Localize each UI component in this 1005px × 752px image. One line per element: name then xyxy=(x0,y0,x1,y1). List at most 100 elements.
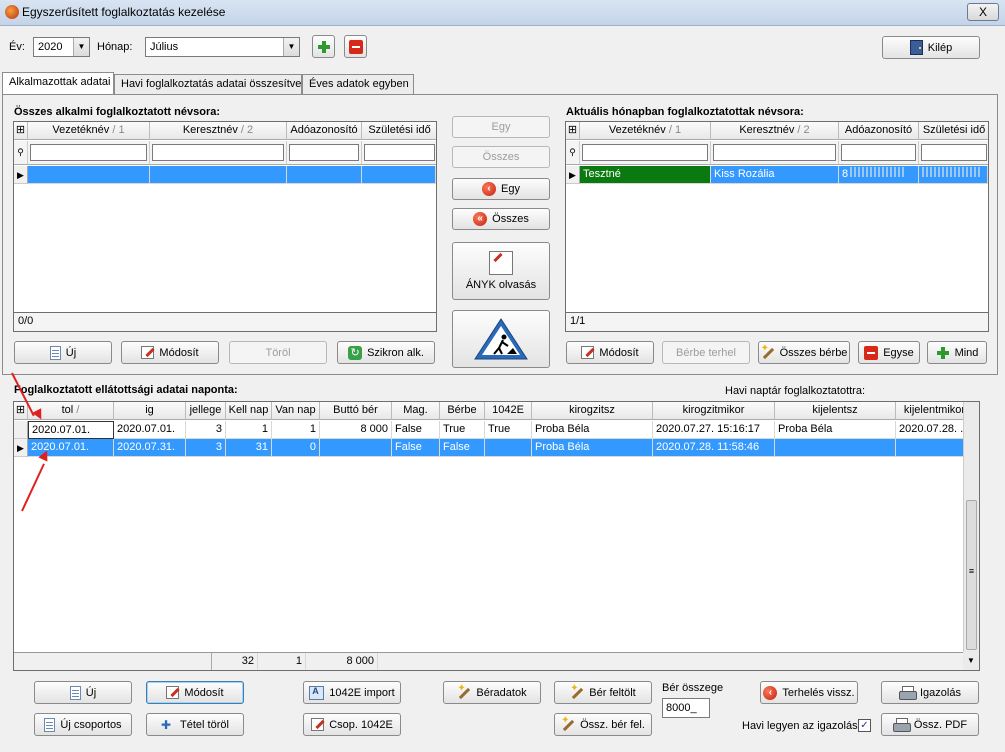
table-cell-adoazonosito[interactable]: 8 xyxy=(839,166,919,184)
col-kirogzitsz[interactable]: kirogzitsz xyxy=(532,402,653,420)
table-cell[interactable]: 0 xyxy=(272,439,320,457)
filter-szuletesi-ido[interactable] xyxy=(919,141,988,165)
roadwork-button[interactable] xyxy=(452,310,550,368)
table-cell-vezeteknev[interactable]: Tesztné xyxy=(580,166,711,184)
ber-osszege-input[interactable]: 8000_ xyxy=(662,698,710,718)
filter-adoazonosito[interactable] xyxy=(287,141,362,165)
modosit-button[interactable]: Módosít xyxy=(121,341,219,364)
bottom-uj-button[interactable]: Új xyxy=(34,681,132,704)
table-cell[interactable]: Proba Béla xyxy=(532,439,653,457)
szikron-alk-button[interactable]: ↻ Szikron alk. xyxy=(337,341,435,364)
tab-alkalmazottak[interactable]: Alkalmazottak adatai xyxy=(2,72,114,94)
tetel-torol-button[interactable]: ✚ Tétel töröl xyxy=(146,713,244,736)
remove-month-button[interactable] xyxy=(344,35,367,58)
filter-input[interactable] xyxy=(152,144,284,161)
table-cell[interactable]: 2020.07.01. xyxy=(114,421,186,439)
torol-button[interactable]: Töröl xyxy=(229,341,327,364)
osszes-berbe-button[interactable]: Összes bérbe xyxy=(758,341,850,364)
col-kell-nap[interactable]: Kell nap xyxy=(226,402,272,420)
havi-igazolas-checkbox[interactable]: ✓ xyxy=(858,719,871,732)
col-ig[interactable]: ig xyxy=(114,402,186,420)
col-adoazonosito[interactable]: Adóazonosító xyxy=(287,122,362,140)
filter-input[interactable] xyxy=(289,144,359,161)
table-cell[interactable]: 31 xyxy=(226,439,272,457)
table-cell[interactable] xyxy=(320,439,392,457)
ossz-pdf-button[interactable]: Össz. PDF xyxy=(881,713,979,736)
filter-adoazonosito[interactable] xyxy=(839,141,919,165)
tab-havi[interactable]: Havi foglalkoztatás adatai összesítve xyxy=(114,74,302,94)
col-brutto-ber[interactable]: Buttó bér xyxy=(320,402,392,420)
col-kirogzitmikor[interactable]: kirogzitmikor xyxy=(653,402,775,420)
kilep-button[interactable]: Kilép xyxy=(882,36,980,59)
uj-button[interactable]: Új xyxy=(14,341,112,364)
berbe-terhel-button[interactable]: Bérbe terhel xyxy=(662,341,750,364)
table-cell[interactable]: False xyxy=(392,421,440,439)
filter-input[interactable] xyxy=(582,144,708,161)
egy-button[interactable]: ‹ Egy xyxy=(452,178,550,200)
column-chooser-icon[interactable]: ⊞ xyxy=(14,402,28,420)
table-cell[interactable] xyxy=(896,439,968,457)
osszes-button[interactable]: « Összes xyxy=(452,208,550,230)
col-1042e[interactable]: 1042E xyxy=(485,402,532,420)
filter-keresztnev[interactable] xyxy=(150,141,287,165)
table-cell-keresztnev[interactable]: Kiss Rozália xyxy=(711,166,839,184)
col-keresztnev[interactable]: Keresztnév / 2 xyxy=(711,122,839,140)
table-cell[interactable] xyxy=(485,439,532,457)
bottom-modosit-button[interactable]: Módosít xyxy=(146,681,244,704)
table-cell[interactable]: 2020.07.31. xyxy=(114,439,186,457)
col-adoazonosito[interactable]: Adóazonosító xyxy=(839,122,919,140)
window-close-button[interactable]: X xyxy=(967,3,999,21)
table-cell[interactable] xyxy=(775,439,896,457)
table-cell[interactable] xyxy=(150,166,287,184)
table-cell[interactable]: 8 000 xyxy=(320,421,392,439)
honap-select[interactable]: Július ▼ xyxy=(145,37,300,57)
table-cell[interactable] xyxy=(362,166,436,184)
table-cell[interactable] xyxy=(287,166,362,184)
ev-select[interactable]: 2020 ▼ xyxy=(33,37,90,57)
import-1042e-button[interactable]: 1042E import xyxy=(303,681,401,704)
right-modosit-button[interactable]: Módosít xyxy=(566,341,654,364)
table-cell[interactable]: False xyxy=(440,439,485,457)
beradatok-button[interactable]: Béradatok xyxy=(443,681,541,704)
column-chooser-icon[interactable]: ⊞ xyxy=(14,122,28,140)
ossz-ber-fel-button[interactable]: Össz. bér fel. xyxy=(554,713,652,736)
col-keresztnev[interactable]: Keresztnév / 2 xyxy=(150,122,287,140)
table-cell[interactable]: Proba Béla xyxy=(532,421,653,439)
table-cell[interactable]: 2020.07.28. 11:58:46 xyxy=(653,439,775,457)
filter-keresztnev[interactable] xyxy=(711,141,839,165)
filter-input[interactable] xyxy=(841,144,916,161)
filter-input[interactable] xyxy=(713,144,836,161)
column-chooser-icon[interactable]: ⊞ xyxy=(566,122,580,140)
table-cell[interactable]: 1 xyxy=(272,421,320,439)
col-kijelentsz[interactable]: kijelentsz xyxy=(775,402,896,420)
filter-vezeteknev[interactable] xyxy=(580,141,711,165)
filter-szuletesi-ido[interactable] xyxy=(362,141,436,165)
table-cell[interactable]: 3 xyxy=(186,421,226,439)
add-month-button[interactable] xyxy=(312,35,335,58)
col-szuletesi-ido[interactable]: Születési idő xyxy=(362,122,436,140)
table-cell[interactable]: False xyxy=(392,439,440,457)
col-vezeteknev[interactable]: Vezetéknév / 1 xyxy=(580,122,711,140)
anyk-olvasas-button[interactable]: ÁNYK olvasás xyxy=(452,242,550,300)
col-van-nap[interactable]: Van nap xyxy=(272,402,320,420)
right-grid[interactable]: ⊞ Vezetéknév / 1 Keresztnév / 2 Adóazono… xyxy=(565,121,989,332)
scroll-down-icon[interactable]: ▼ xyxy=(963,652,979,670)
egy-disabled-button[interactable]: Egy xyxy=(452,116,550,138)
filter-input[interactable] xyxy=(921,144,987,161)
table-cell-szuletesi-ido[interactable] xyxy=(919,166,988,184)
table-cell[interactable]: 2020.07.01. xyxy=(28,421,114,439)
tab-eves[interactable]: Éves adatok egyben xyxy=(302,74,414,94)
vertical-scrollbar[interactable]: ≡ xyxy=(963,402,979,652)
table-cell[interactable]: 1 xyxy=(226,421,272,439)
table-cell[interactable]: 2020.07.27. 15:16:17 xyxy=(653,421,775,439)
igazolas-button[interactable]: Igazolás xyxy=(881,681,979,704)
col-vezeteknev[interactable]: Vezetéknév / 1 xyxy=(28,122,150,140)
left-grid[interactable]: ⊞ Vezetéknév / 1 Keresztnév / 2 Adóazono… xyxy=(13,121,437,332)
osszes-disabled-button[interactable]: Összes xyxy=(452,146,550,168)
table-cell[interactable]: True xyxy=(440,421,485,439)
scrollbar-thumb[interactable]: ≡ xyxy=(966,500,977,650)
bottom-grid[interactable]: ⊞ tol / ig jellege Kell nap Van nap Butt… xyxy=(13,401,980,671)
col-jellege[interactable]: jellege xyxy=(186,402,226,420)
ber-feltolt-button[interactable]: Bér feltölt xyxy=(554,681,652,704)
table-cell[interactable]: True xyxy=(485,421,532,439)
